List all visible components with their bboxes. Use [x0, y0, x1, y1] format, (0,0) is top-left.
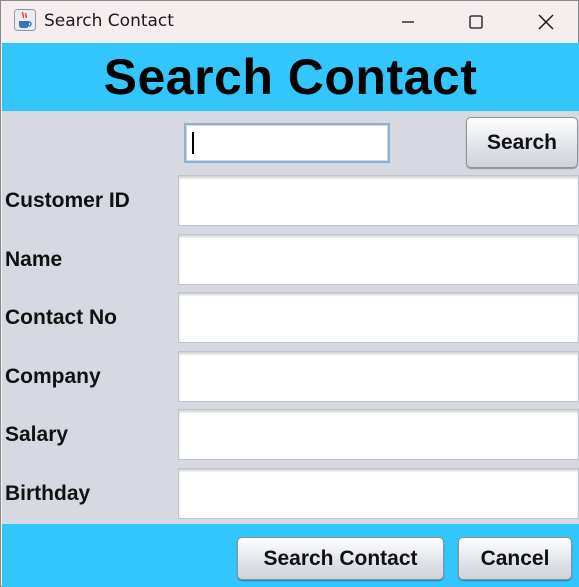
contact-no-label: Contact No: [5, 306, 117, 329]
close-button[interactable]: [513, 1, 579, 43]
customer-id-label: Customer ID: [5, 189, 130, 212]
salary-field[interactable]: [178, 409, 579, 460]
minimize-icon: [402, 21, 414, 23]
window-title: Search Contact: [44, 11, 174, 31]
company-field[interactable]: [178, 351, 579, 402]
page-title: Search Contact: [103, 49, 478, 105]
maximize-button[interactable]: [443, 1, 509, 43]
search-contact-window: Search Contact Search Contact Search Cus…: [0, 0, 579, 587]
name-field[interactable]: [178, 234, 579, 285]
contact-no-field[interactable]: [178, 292, 579, 343]
customer-id-field[interactable]: [178, 175, 579, 226]
footer-bar: Search Contact Cancel: [2, 524, 579, 587]
text-caret: [192, 132, 194, 154]
title-bar: Search Contact: [1, 1, 578, 43]
birthday-field[interactable]: [178, 468, 579, 519]
birthday-label: Birthday: [5, 482, 91, 505]
header-banner: Search Contact: [2, 43, 579, 111]
company-label: Company: [5, 365, 101, 388]
close-icon: [538, 14, 554, 30]
minimize-button[interactable]: [375, 1, 441, 43]
name-label: Name: [5, 248, 63, 271]
form-panel: Search Customer ID Name Contact No Compa…: [2, 111, 579, 524]
search-input[interactable]: [184, 123, 390, 163]
search-contact-button[interactable]: Search Contact: [237, 537, 444, 580]
search-button[interactable]: Search: [466, 117, 578, 168]
maximize-icon: [469, 15, 483, 29]
salary-label: Salary: [5, 423, 69, 446]
java-cup-icon: [14, 9, 36, 31]
cancel-button[interactable]: Cancel: [458, 537, 572, 580]
